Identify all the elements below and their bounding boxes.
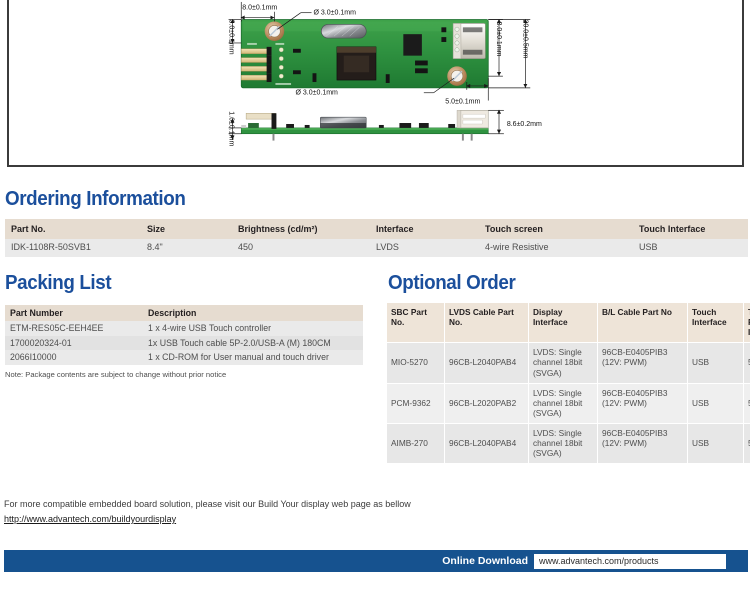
dim-right-outer-height: 20.0±0.5mm — [521, 20, 528, 59]
cell-lvds-cable-part-no: 96CB-L2020PAB2 — [444, 382, 529, 424]
dim-left-top-height: 3.0±0.1mm — [228, 20, 235, 55]
column-header-size: Size — [141, 219, 232, 239]
dim-side-height: 8.6±0.2mm — [507, 121, 542, 128]
cell-lvds-cable-part-no: 96CB-L2040PAB4 — [444, 342, 529, 384]
cell-bl-cable-part-no: 96CB-E0405PIB3 (12V: PWM) — [597, 422, 688, 465]
optional-order-heading: Optional Order — [388, 272, 516, 294]
ordering-information-table: Part No. Size Brightness (cd/m²) Interfa… — [5, 219, 748, 257]
cell-sbc-part-no: PCM-9362 — [386, 382, 445, 424]
smd-component — [403, 34, 422, 56]
cell-touch-interface: USB — [687, 342, 744, 384]
table-row: AIMB-270 96CB-L2040PAB4 LVDS: Single cha… — [386, 422, 750, 465]
mounting-hole-top-left — [264, 21, 285, 42]
cell-description: 1x USB Touch cable 5P-2.0/USB-A (M) 180C… — [143, 335, 363, 351]
cell-part-number: 2066I10000 — [5, 350, 143, 365]
table-header-row: Part No. Size Brightness (cd/m²) Interfa… — [5, 219, 748, 239]
column-header-bl-cable-part-no: B/L Cable Part No — [597, 303, 688, 344]
table-row: 1700020324-01 1x USB Touch cable 5P-2.0/… — [5, 335, 363, 351]
build-your-display-note: For more compatible embedded board solut… — [4, 499, 411, 509]
table-row: 2066I10000 1 x CD-ROM for User manual an… — [5, 350, 363, 365]
cell-part-number: 1700020324-01 — [5, 335, 143, 351]
cell-display-interface: LVDS: Single channel 18bit (SVGA) — [528, 342, 598, 384]
table-header-row: SBC Part No. LVDS Cable Part No. Display… — [386, 303, 750, 344]
cell-touch-power-input: 5 V — [743, 382, 750, 424]
column-header-brightness: Brightness (cd/m²) — [232, 219, 370, 239]
column-header-touch-screen: Touch screen — [479, 219, 633, 239]
column-header-interface: Interface — [370, 219, 479, 239]
dim-right-inner-height: 3.0±0.1mm — [495, 21, 502, 56]
packing-list-table: Part Number Description ETM-RES05C-EEH4E… — [5, 305, 363, 365]
dim-top-hole: Ø 3.0±0.1mm — [314, 10, 357, 17]
cell-display-interface: LVDS: Single channel 18bit (SVGA) — [528, 382, 598, 424]
table-row: PCM-9362 96CB-L2020PAB2 LVDS: Single cha… — [386, 382, 750, 424]
dim-bottom-hole: Ø 3.0±0.1mm — [295, 90, 338, 97]
table-row: ETM-RES05C-EEH4EE 1 x 4-wire USB Touch c… — [5, 321, 363, 336]
column-header-description: Description — [143, 305, 363, 322]
capacitor — [320, 24, 367, 39]
ordering-information-heading: Ordering Information — [5, 188, 186, 210]
pcb-top-view — [240, 19, 489, 89]
packing-list-note: Note: Package contents are subject to ch… — [5, 370, 227, 379]
cell-touch-power-input: 5 V — [743, 422, 750, 465]
cell-touch-interface: USB — [633, 239, 748, 257]
column-header-touch-interface: Touch Interface — [687, 303, 744, 344]
cell-description: 1 x 4-wire USB Touch controller — [143, 321, 363, 336]
cell-brightness: 450 — [232, 239, 370, 257]
dimension-drawing: 8.0±0.1mm Ø 3.0±0.1mm Ø 3.0±0.1mm 5.0±0.… — [228, 1, 542, 147]
pcb-side-view — [240, 110, 489, 141]
cell-bl-cable-part-no: 96CB-E0405PIB3 (12V: PWM) — [597, 342, 688, 384]
cell-sbc-part-no: AIMB-270 — [386, 422, 445, 465]
dim-board-thickness: 1.6±0.1mm — [228, 111, 235, 146]
dimension-drawing-frame: 8.0±0.1mm Ø 3.0±0.1mm Ø 3.0±0.1mm 5.0±0.… — [7, 0, 744, 167]
cell-part-number: ETM-RES05C-EEH4EE — [5, 321, 143, 336]
dim-top-width: 8.0±0.1mm — [242, 5, 277, 12]
column-header-sbc-part-no: SBC Part No. — [386, 303, 445, 344]
table-header-row: Part Number Description — [5, 305, 363, 322]
dim-bottom-offset: 5.0±0.1mm — [445, 98, 480, 105]
column-header-touch-power-input: Touch Power Input — [743, 303, 750, 344]
online-download-label: Online Download — [442, 555, 528, 567]
column-header-lvds-cable-part-no: LVDS Cable Part No. — [444, 303, 529, 344]
cell-size: 8.4" — [141, 239, 232, 257]
column-header-part-number: Part Number — [5, 305, 143, 322]
online-download-url[interactable]: www.advantech.com/products — [534, 553, 726, 569]
white-connector — [452, 23, 486, 59]
cell-touch-interface: USB — [687, 382, 744, 424]
cell-touch-screen: 4-wire Resistive — [479, 239, 633, 257]
table-row: MIO-5270 96CB-L2040PAB4 LVDS: Single cha… — [386, 342, 750, 384]
cell-interface: LVDS — [370, 239, 479, 257]
table-row: IDK-1108R-50SVB1 8.4" 450 LVDS 4-wire Re… — [5, 239, 748, 257]
column-header-part-no: Part No. — [5, 219, 141, 239]
controller-ic — [336, 46, 377, 81]
cell-touch-interface: USB — [687, 422, 744, 465]
mounting-hole-bottom-right — [447, 66, 467, 86]
cell-lvds-cable-part-no: 96CB-L2040PAB4 — [444, 422, 529, 465]
cell-part-no: IDK-1108R-50SVB1 — [5, 239, 141, 257]
column-header-touch-interface: Touch Interface — [633, 219, 748, 239]
footer-bar: Online Download www.advantech.com/produc… — [4, 550, 748, 572]
cell-touch-power-input: 5 V — [743, 342, 750, 384]
build-your-display-link[interactable]: http://www.advantech.com/buildyourdispla… — [4, 514, 176, 524]
optional-order-table: SBC Part No. LVDS Cable Part No. Display… — [386, 303, 750, 465]
cell-display-interface: LVDS: Single channel 18bit (SVGA) — [528, 422, 598, 465]
packing-list-heading: Packing List — [5, 272, 112, 294]
cell-sbc-part-no: MIO-5270 — [386, 342, 445, 384]
column-header-display-interface: Display Interface — [528, 303, 598, 344]
cell-bl-cable-part-no: 96CB-E0405PIB3 (12V: PWM) — [597, 382, 688, 424]
cell-description: 1 x CD-ROM for User manual and touch dri… — [143, 350, 363, 365]
